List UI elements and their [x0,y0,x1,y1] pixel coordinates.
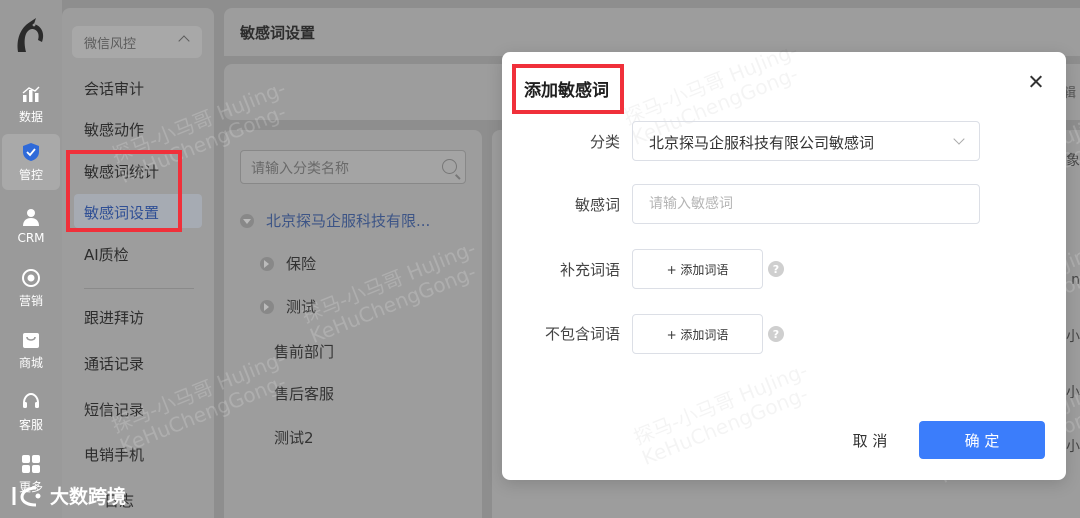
search-placeholder: 请输入分类名称 [251,161,349,177]
supplement-words-label: 补充词语 [559,261,620,279]
sensitive-word-label: 敏感词 [574,196,620,214]
menu-item-session-audit[interactable]: 会话审计 [84,78,144,99]
menu-divider [84,288,194,289]
rail-item-service[interactable]: 客服 [2,384,60,440]
rail-item-label: 管控 [18,167,43,182]
tree-node-test[interactable]: 测试 [260,296,316,317]
tree-node-root[interactable]: 北京探马企服科技有限... [240,210,430,231]
menu-item-sensitive-stats[interactable]: 敏感词统计 [84,161,159,182]
horse-logo-icon[interactable] [12,16,48,56]
watermark: 探马-小马哥 HuJing-KeHuChengGong- [630,358,819,470]
sensitive-word-input[interactable] [632,184,980,224]
menu-item-sms-log[interactable]: 短信记录 [84,399,144,420]
edge-text: 小 [1066,329,1080,345]
tree-node-label: 保险 [286,255,317,273]
rail-item-label: CRM [17,231,45,245]
page-title: 敏感词设置 [240,24,316,42]
tree-node-presales[interactable]: 售前部门 [274,341,334,362]
close-icon[interactable] [1026,72,1046,92]
page-header: 敏感词设置 [224,8,1080,56]
exclude-words-label: 不包含词语 [544,325,620,343]
category-select[interactable]: 北京探马企服科技有限公司敏感词 [632,121,980,161]
rail-item-label: 数据 [18,109,43,124]
category-tree-panel: 请输入分类名称 北京探马企服科技有限... 保险 测试 售前部门 售后客服 测试… [224,130,482,518]
edge-text: 小 [1066,439,1080,455]
menu-item-follow-visit[interactable]: 跟进拜访 [84,307,144,328]
help-icon[interactable]: ? [768,326,784,342]
rail-item-label: 商城 [18,355,43,370]
submenu: 微信风控 会话审计 敏感动作 敏感词统计 敏感词设置 AI质检 跟进拜访 通话记… [62,8,214,518]
rail-item-label: 营销 [18,293,43,308]
tree-node-test2[interactable]: 测试2 [274,427,314,448]
tree-node-insurance[interactable]: 保险 [260,253,316,274]
add-supplement-word-button[interactable]: + 添加词语 [632,249,763,289]
rail-item-marketing[interactable]: 营销 [2,260,60,316]
dialog-title: 添加敏感词 [524,81,609,101]
menu-item-sensitive-action[interactable]: 敏感动作 [84,119,144,140]
rail-item-label: 客服 [18,417,43,432]
grid-icon [22,454,40,473]
menu-item-sales-phone[interactable]: 电销手机 [84,444,144,465]
caret-right-icon[interactable] [260,256,274,271]
tree-node-label: 北京探马企服科技有限... [266,212,431,230]
cancel-button[interactable]: 取 消 [838,422,902,458]
chevron-up-icon [178,35,190,47]
rail-item-control[interactable]: 管控 [2,134,60,190]
help-icon[interactable]: ? [768,261,784,277]
category-search-input[interactable]: 请输入分类名称 [240,150,466,184]
edge-text: n [1071,272,1080,288]
bar-chart-icon [22,86,40,102]
add-exclude-word-button[interactable]: + 添加词语 [632,314,763,354]
caret-down-icon[interactable] [240,213,254,228]
brand-logo-icon [12,486,41,506]
user-icon [23,209,39,226]
rail-item-crm[interactable]: CRM [2,198,60,254]
shop-icon [23,332,39,348]
brand-badge: 大数跨境 [10,482,126,509]
target-icon [22,268,40,287]
tree-node-label: 测试 [286,298,317,316]
group-label: 微信风控 [84,36,137,52]
menu-item-call-log[interactable]: 通话记录 [84,353,144,374]
chevron-down-icon [953,133,965,145]
confirm-button[interactable]: 确 定 [919,421,1045,459]
category-value: 北京探马企服科技有限公司敏感词 [649,134,875,152]
category-label: 分类 [589,133,620,151]
edge-text: 小 [1066,385,1080,401]
tree-node-aftersales[interactable]: 售后客服 [274,383,334,404]
submenu-group-wechat-risk[interactable]: 微信风控 [72,26,202,58]
menu-item-sensitive-settings[interactable]: 敏感词设置 [84,202,159,223]
app-rail: 数据 管控 CRM 营销 商城 客服 更多 [0,0,62,518]
shield-icon [23,142,39,161]
brand-text: 大数跨境 [50,486,127,508]
menu-item-ai-qc[interactable]: AI质检 [84,244,129,265]
caret-right-icon[interactable] [260,299,274,314]
search-icon[interactable] [442,159,457,174]
headset-icon [23,392,39,408]
rail-item-data[interactable]: 数据 [2,76,60,132]
add-sensitive-word-dialog: 探马-小马哥 HuJing-KeHuChengGong- 探马-小马哥 HuJi… [502,38,1066,480]
rail-item-mall[interactable]: 商城 [2,322,60,378]
